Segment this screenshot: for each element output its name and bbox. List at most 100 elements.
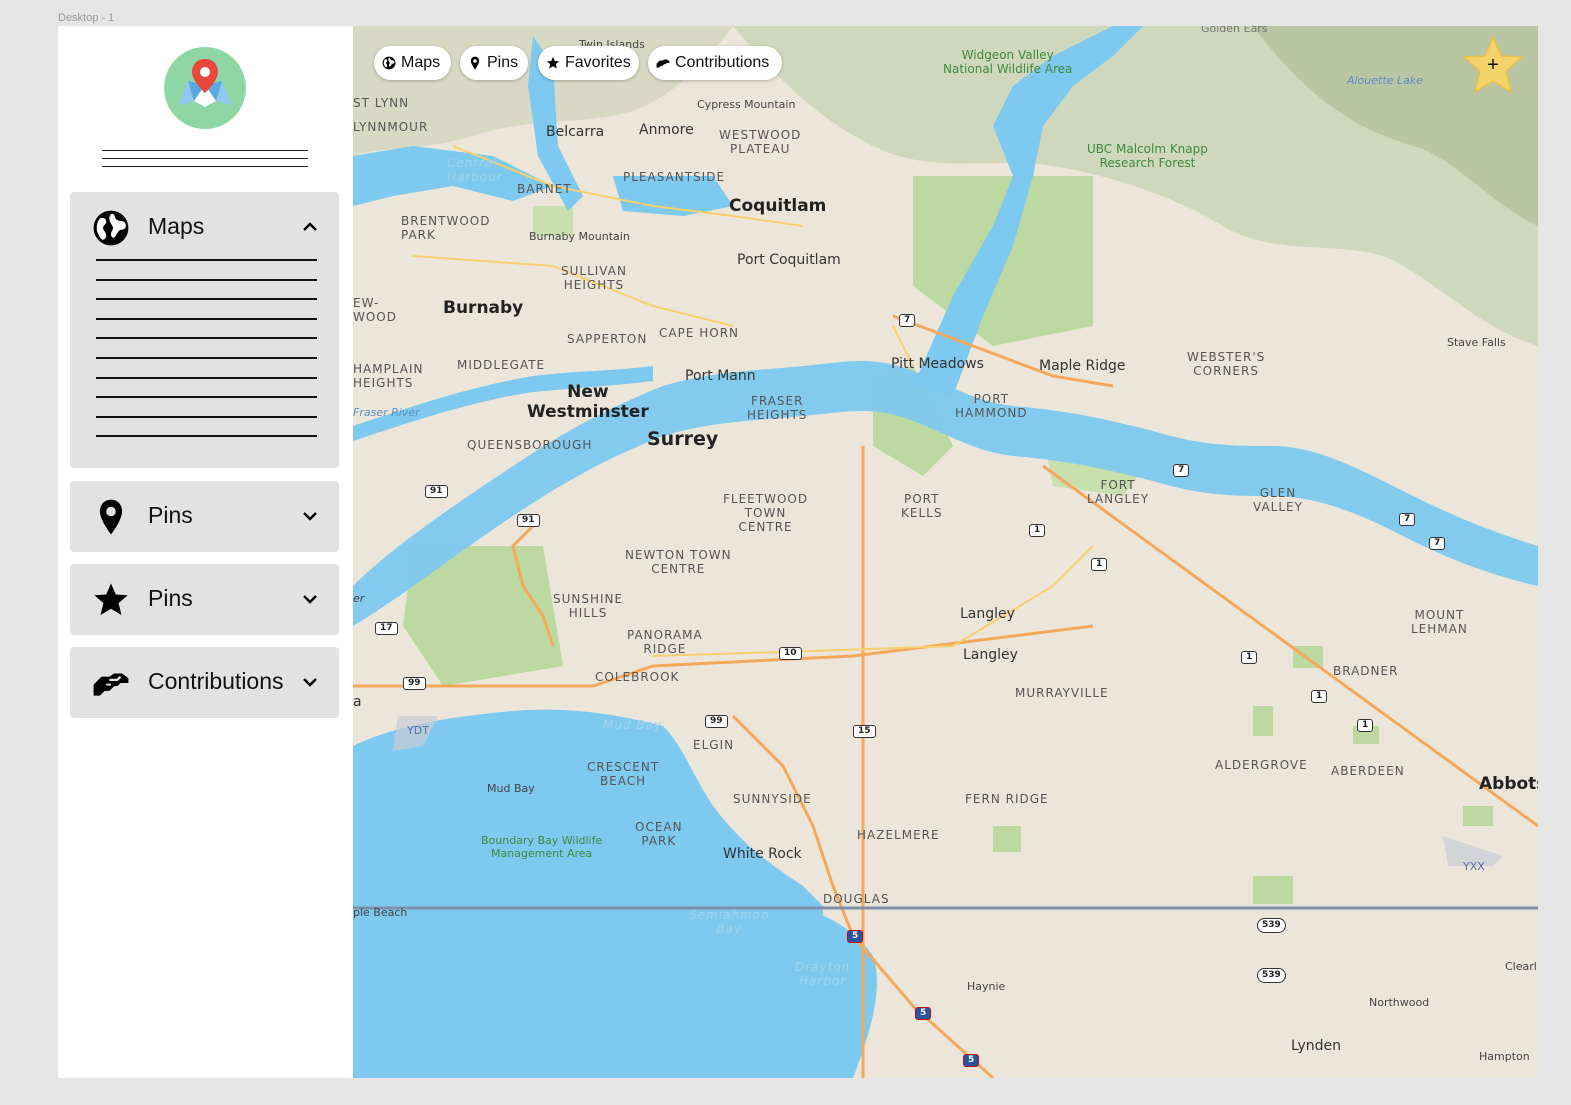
map-label: PANORAMA RIDGE	[627, 628, 703, 656]
map-label: Anmore	[639, 122, 694, 138]
highway-shield: 1	[1029, 524, 1046, 537]
sidebar-panel-label: Pins	[148, 585, 193, 611]
logo-placeholder-lines	[102, 150, 308, 174]
map-label: FORT LANGLEY	[1087, 478, 1150, 506]
highway-shield: 1	[1091, 558, 1108, 571]
map-label: PORT HAMMOND	[955, 392, 1028, 420]
interstate-shield: 5	[847, 930, 864, 943]
map-label: NEWTON TOWN CENTRE	[625, 548, 732, 576]
map-label: New Westminster	[527, 382, 649, 422]
map-label: Drayton Harbor	[795, 960, 851, 988]
map-label: Abbots	[1479, 774, 1538, 794]
sidebar-panel-contributions-header: Contributions	[70, 647, 339, 717]
globe-icon	[93, 210, 129, 246]
map-label: BARNET	[517, 182, 572, 196]
star-icon	[94, 583, 128, 616]
map-label: Pitt Meadows	[891, 356, 984, 372]
map-label: FERN RIDGE	[965, 792, 1049, 806]
sidebar-panel-favorites[interactable]: Pins	[70, 564, 339, 635]
map-label: Lynden	[1291, 1038, 1342, 1054]
map-label: YXX	[1463, 860, 1485, 873]
sidebar-panel-pins[interactable]: Pins	[70, 481, 339, 552]
highway-shield: 1	[1311, 690, 1328, 703]
panel-placeholder-lines	[96, 259, 317, 455]
highway-shield: 539	[1257, 968, 1286, 983]
map-label: Boundary Bay Wildlife Management Area	[481, 834, 603, 860]
map-label: White Rock	[723, 846, 802, 862]
highway-shield: 7	[1399, 513, 1416, 526]
map-label: Northwood	[1369, 996, 1430, 1009]
map-label: BRADNER	[1333, 664, 1399, 678]
map-label: Mud Bay	[603, 718, 663, 732]
map-label: ST LYNN	[353, 96, 410, 110]
highway-shield: 7	[1429, 537, 1446, 550]
map-label: OCEAN PARK	[635, 820, 683, 848]
map-label: Fraser River	[353, 406, 420, 419]
map-label: Surrey	[647, 428, 719, 450]
map-label: Alouette Lake	[1347, 74, 1423, 87]
map-label: MOUNT LEHMAN	[1411, 608, 1468, 636]
map-view[interactable]: Twin Islands Golden Ears Widgeon Valley …	[353, 26, 1538, 1078]
map-label: SUNSHINE HILLS	[553, 592, 624, 620]
sidebar-panel-label: Pins	[148, 502, 193, 528]
sidebar-panel-contributions[interactable]: Contributions	[70, 647, 339, 718]
highway-shield: 91	[517, 514, 540, 527]
map-label: Burnaby	[443, 298, 524, 318]
sidebar-panel-maps-header[interactable]: Maps	[70, 192, 339, 262]
frame-label: Desktop - 1	[58, 12, 115, 24]
map-label: ELGIN	[693, 738, 735, 752]
map-label: FRASER HEIGHTS	[747, 394, 808, 422]
handshake-icon	[93, 673, 129, 696]
add-favorite-button[interactable]: +	[1460, 34, 1526, 96]
map-label: Belcarra	[546, 124, 605, 140]
map-label: COLEBROOK	[595, 670, 680, 684]
chip-pins[interactable]: Pins	[460, 46, 528, 80]
map-label: UBC Malcolm Knapp Research Forest	[1087, 142, 1208, 170]
map-label: Mud Bay	[487, 782, 535, 795]
chip-maps[interactable]: Maps	[374, 46, 451, 80]
map-label: WEBSTER'S CORNERS	[1187, 350, 1266, 378]
chip-contributions[interactable]: Contributions	[648, 46, 782, 80]
map-label: WESTWOOD PLATEAU	[719, 128, 802, 156]
map-label: Maple Ridge	[1039, 358, 1126, 374]
map-label: Semiahmoo Bay	[689, 908, 770, 936]
app-frame: Maps Pins Pins Contributions Twin Island…	[58, 26, 1538, 1078]
map-label: HAZELMERE	[857, 828, 940, 842]
app-logo-icon	[164, 47, 246, 129]
map-label: DOUGLAS	[823, 892, 890, 906]
globe-icon	[382, 56, 396, 70]
highway-shield: 99	[403, 677, 426, 690]
chevron-up-icon[interactable]	[301, 218, 319, 236]
chevron-down-icon[interactable]	[301, 507, 319, 525]
chevron-down-icon[interactable]	[301, 590, 319, 608]
sidebar-panel-maps: Maps	[70, 192, 339, 468]
highway-shield: 7	[899, 314, 916, 327]
map-label: BRENTWOOD PARK	[401, 214, 491, 242]
chevron-down-icon[interactable]	[301, 673, 319, 691]
map-label: YDT	[407, 724, 429, 737]
highway-shield: 91	[425, 485, 448, 498]
highway-shield: 10	[779, 647, 802, 660]
chip-label: Favorites	[565, 54, 631, 71]
map-label: Langley	[963, 647, 1018, 663]
map-label: Haynie	[967, 980, 1006, 993]
map-label: Port Coquitlam	[737, 252, 841, 268]
map-label: er	[353, 592, 365, 605]
map-label: PORT KELLS	[901, 492, 943, 520]
chip-label: Contributions	[675, 54, 770, 71]
map-label: Hampton	[1479, 1050, 1530, 1063]
map-label: QUEENSBOROUGH	[467, 438, 593, 452]
sidebar-panel-label: Maps	[148, 213, 205, 239]
map-label: Cypress Mountain	[697, 98, 796, 111]
chip-label: Pins	[487, 54, 519, 71]
chip-favorites[interactable]: Favorites	[538, 46, 639, 80]
map-label: ple Beach	[353, 906, 408, 919]
map-label: Golden Ears	[1201, 26, 1268, 35]
interstate-shield: 5	[915, 1007, 932, 1020]
highway-shield: 7	[1173, 464, 1190, 477]
map-label: Burnaby Mountain	[529, 230, 630, 243]
map-label: MIDDLEGATE	[457, 358, 546, 372]
map-label: SULLIVAN HEIGHTS	[561, 264, 627, 292]
map-label: LYNNMOUR	[353, 120, 429, 134]
map-label: MURRAYVILLE	[1015, 686, 1109, 700]
